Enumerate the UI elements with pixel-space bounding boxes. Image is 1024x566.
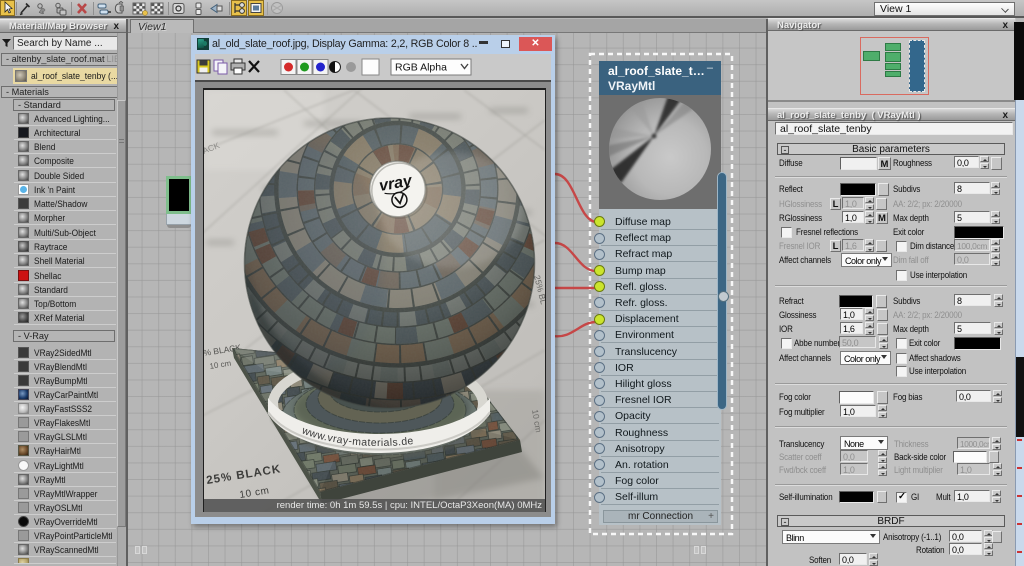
svg-text:RGB Alpha: RGB Alpha — [395, 62, 447, 74]
